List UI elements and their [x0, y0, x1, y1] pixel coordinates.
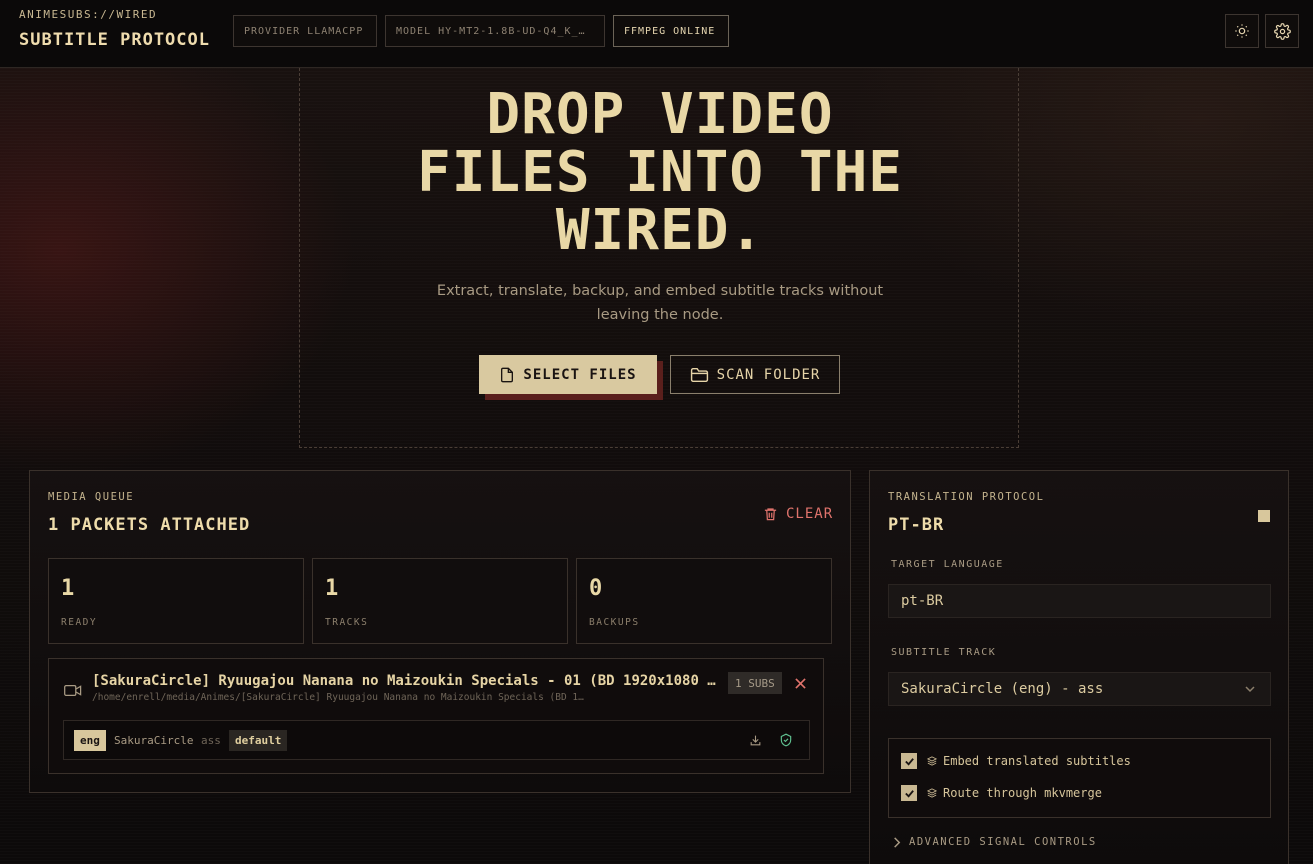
- folder-icon: [690, 367, 708, 382]
- dropzone-description: Extract, translate, backup, and embed su…: [436, 283, 884, 323]
- embed-option[interactable]: Embed translated subtitles: [901, 753, 1131, 769]
- app-header: ANIMESUBS://WIRED SUBTITLE PROTOCOL PROV…: [0, 0, 1313, 68]
- stat-label: BACKUPS: [589, 617, 640, 628]
- check-icon: [904, 757, 914, 766]
- mkvmerge-checkbox[interactable]: [901, 785, 917, 801]
- dropzone-title-line: DROP VIDEO: [486, 82, 834, 147]
- sun-icon: [1235, 24, 1249, 38]
- stat-ready: 1 READY: [48, 558, 304, 644]
- provider-chip[interactable]: PROVIDER LLAMACPP: [233, 15, 377, 47]
- media-queue-label: MEDIA QUEUE: [48, 491, 135, 503]
- dropzone-title: DROP VIDEO FILES INTO THE WIRED.: [300, 86, 1020, 260]
- settings-button[interactable]: [1265, 14, 1299, 48]
- track-source: SakuraCircle: [114, 734, 194, 747]
- stat-tracks: 1 TRACKS: [312, 558, 568, 644]
- file-dropzone[interactable]: DROP VIDEO FILES INTO THE WIRED. Extract…: [299, 68, 1019, 448]
- options-group: Embed translated subtitles Route through…: [888, 738, 1271, 818]
- mkvmerge-option-label: Route through mkvmerge: [943, 786, 1102, 800]
- file-icon: [501, 367, 514, 382]
- theme-toggle-button[interactable]: [1225, 14, 1259, 48]
- queue-file-item[interactable]: [SakuraCircle] Ryuugajou Nanana no Maizo…: [48, 658, 824, 774]
- stat-value: 0: [589, 576, 603, 601]
- target-language-input[interactable]: pt-BR: [888, 584, 1271, 618]
- clear-label: CLEAR: [786, 506, 834, 522]
- trash-icon: [764, 508, 777, 521]
- file-name: [SakuraCircle] Ryuugajou Nanana no Maizo…: [92, 673, 716, 689]
- dropzone-title-line: FILES INTO THE: [416, 140, 903, 205]
- ffmpeg-status-chip[interactable]: FFMPEG ONLINE: [613, 15, 729, 47]
- close-icon[interactable]: [795, 678, 806, 689]
- subs-count-badge: 1 SUBS: [728, 672, 782, 694]
- model-chip[interactable]: MODEL HY-MT2-1.8B-UD-Q4_K_…: [385, 15, 605, 47]
- video-icon: [64, 685, 82, 696]
- target-language-label: TARGET LANGUAGE: [891, 559, 1004, 570]
- select-files-button[interactable]: SELECT FILES: [479, 355, 657, 394]
- subtitle-track-label: SUBTITLE TRACK: [891, 647, 997, 658]
- media-queue-title: 1 PACKETS ATTACHED: [48, 515, 251, 535]
- select-files-label: SELECT FILES: [523, 366, 637, 383]
- translation-panel: TRANSLATION PROTOCOL PT-BR TARGET LANGUA…: [869, 470, 1289, 864]
- stat-value: 1: [61, 576, 75, 601]
- provider-chip-label: PROVIDER LLAMACPP: [244, 25, 364, 37]
- advanced-controls-label: ADVANCED SIGNAL CONTROLS: [909, 836, 1097, 848]
- subtitle-track-value: SakuraCircle (eng) - ass: [901, 681, 1104, 697]
- layers-icon: [927, 788, 937, 798]
- subtitle-track-select[interactable]: SakuraCircle (eng) - ass: [888, 672, 1271, 706]
- brand-subtitle: ANIMESUBS://WIRED: [19, 8, 158, 21]
- ffmpeg-chip-label: FFMPEG ONLINE: [624, 25, 716, 37]
- track-language-tag: eng: [74, 730, 106, 751]
- file-path: /home/enrell/media/Animes/[SakuraCircle]…: [92, 692, 584, 703]
- shield-check-icon[interactable]: [779, 733, 793, 747]
- stat-value: 1: [325, 576, 339, 601]
- model-chip-label: MODEL HY-MT2-1.8B-UD-Q4_K_…: [396, 25, 586, 37]
- clear-queue-button[interactable]: CLEAR: [763, 506, 833, 522]
- chevron-right-icon: [894, 836, 901, 848]
- translation-title: PT-BR: [888, 515, 945, 535]
- status-indicator: [1258, 510, 1270, 522]
- scan-folder-label: SCAN FOLDER: [716, 366, 821, 383]
- gear-icon: [1273, 22, 1291, 40]
- track-format: ass: [201, 734, 221, 747]
- track-default-tag: default: [229, 730, 288, 751]
- check-icon: [904, 789, 914, 798]
- advanced-controls-toggle[interactable]: ADVANCED SIGNAL CONTROLS: [892, 836, 1097, 848]
- stat-label: TRACKS: [325, 617, 369, 628]
- media-queue-panel: MEDIA QUEUE 1 PACKETS ATTACHED CLEAR 1 R…: [29, 470, 851, 793]
- subtitle-track-row[interactable]: eng SakuraCircle ass default: [63, 720, 810, 760]
- brand-title: SUBTITLE PROTOCOL: [19, 30, 210, 50]
- embed-option-label: Embed translated subtitles: [943, 754, 1131, 768]
- download-icon[interactable]: [749, 734, 762, 747]
- stat-backups: 0 BACKUPS: [576, 558, 832, 644]
- translation-label: TRANSLATION PROTOCOL: [888, 491, 1045, 503]
- embed-checkbox[interactable]: [901, 753, 917, 769]
- stat-label: READY: [61, 617, 98, 628]
- mkvmerge-option[interactable]: Route through mkvmerge: [901, 785, 1102, 801]
- dropzone-title-line: WIRED.: [555, 198, 765, 263]
- layers-icon: [927, 756, 937, 766]
- scan-folder-button[interactable]: SCAN FOLDER: [670, 355, 840, 394]
- chevron-down-icon: [1245, 686, 1255, 693]
- target-language-value: pt-BR: [901, 593, 944, 609]
